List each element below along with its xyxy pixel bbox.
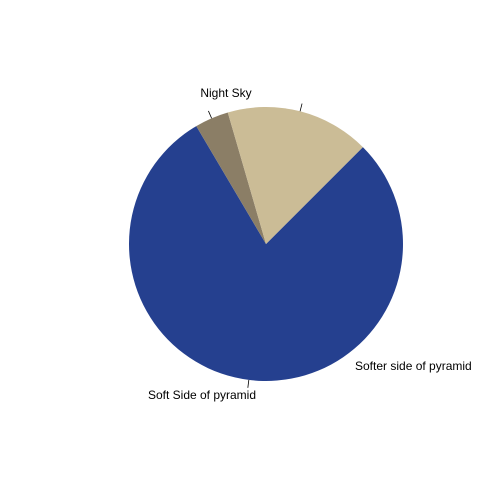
pie-label-tick (247, 379, 250, 388)
pie-label: Softer side of pyramid (355, 359, 472, 373)
pie-slices (128, 107, 403, 382)
pie-label: Soft Side of pyramid (148, 388, 256, 402)
pie-chart: Night Sky Softer side of pyramid Soft Side… (128, 86, 472, 402)
pie-label-tick (299, 103, 303, 112)
pie-label: Night Sky (200, 86, 251, 100)
pie-label-tick (208, 110, 212, 119)
